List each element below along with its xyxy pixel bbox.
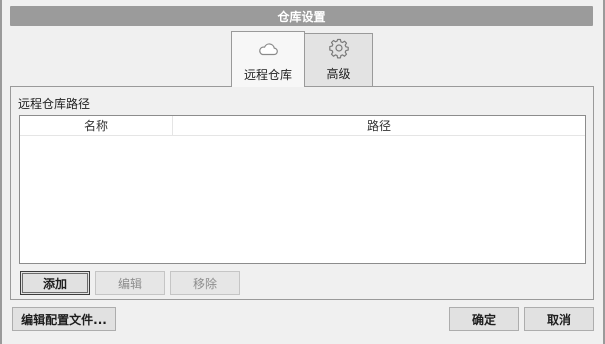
window-left-edge — [0, 0, 2, 344]
repository-list-header: 名称 路径 — [20, 116, 585, 136]
gear-icon — [328, 38, 349, 59]
ok-button[interactable]: 确定 — [449, 307, 519, 331]
remote-repository-panel: 远程仓库路径 名称 路径 添加 编辑 移除 — [10, 86, 594, 300]
remote-repository-path-title: 远程仓库路径 — [18, 97, 91, 111]
tab-remote-repository-label: 远程仓库 — [243, 68, 292, 82]
column-header-path[interactable]: 路径 — [173, 116, 585, 135]
dialog-title: 仓库设置 — [277, 9, 326, 24]
cancel-button[interactable]: 取消 — [524, 307, 594, 331]
tab-remote-repository[interactable]: 远程仓库 — [231, 31, 305, 87]
edit-config-file-button[interactable]: 编辑配置文件... — [12, 307, 116, 331]
dialog-title-bar: 仓库设置 — [10, 6, 593, 26]
remove-button[interactable]: 移除 — [170, 271, 240, 295]
edit-button[interactable]: 编辑 — [95, 271, 165, 295]
repository-list[interactable]: 名称 路径 — [19, 115, 586, 264]
cloud-icon — [259, 43, 278, 56]
tab-advanced-label: 高级 — [326, 67, 351, 81]
column-header-name[interactable]: 名称 — [20, 116, 173, 135]
add-button[interactable]: 添加 — [20, 271, 90, 295]
tab-advanced[interactable]: 高级 — [304, 33, 373, 86]
